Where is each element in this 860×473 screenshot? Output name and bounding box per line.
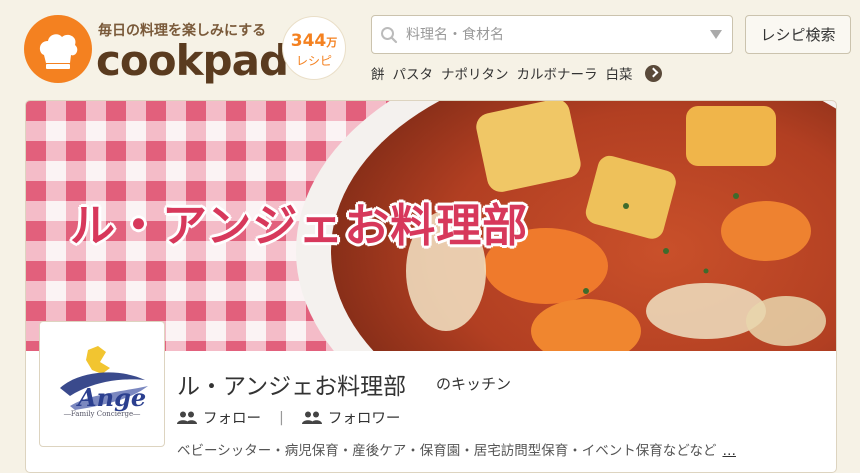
keyword-link[interactable]: 白菜: [606, 63, 633, 83]
kitchen-name: ル・アンジェお料理部: [177, 374, 407, 400]
avatar-logo-text: Ange: [76, 383, 146, 412]
search-box: [371, 15, 733, 54]
ange-logo-image: Ange: [60, 346, 148, 412]
search-dropdown-caret-icon[interactable]: [710, 30, 722, 39]
keyword-link[interactable]: パスタ: [393, 63, 434, 83]
kitchen-banner: ル・アンジェお料理部: [26, 101, 836, 351]
recipe-search-button[interactable]: レシピ検索: [745, 15, 851, 54]
cookpad-logo[interactable]: 毎日の料理を楽しみにする cookpad: [24, 12, 289, 90]
kitchen-name-suffix: のキッチン: [436, 375, 512, 393]
logo-wordmark: cookpad: [96, 36, 289, 85]
followers-link[interactable]: フォロワー: [301, 407, 401, 428]
search-icon: [381, 27, 398, 44]
description-text: ベビーシッター・病児保育・産後ケア・保育園・居宅訪問型保育・イベント保育などなど: [177, 443, 717, 459]
people-icon: [301, 411, 322, 424]
banner-title: ル・アンジェお料理部: [70, 199, 529, 252]
keyword-link[interactable]: ナポリタン: [441, 63, 509, 83]
follower-label: フォロワー: [327, 411, 401, 427]
search-input[interactable]: [406, 24, 696, 46]
kitchen-description: ベビーシッター・病児保育・産後ケア・保育園・居宅訪問型保育・イベント保育などなど…: [177, 439, 736, 459]
keyword-link[interactable]: 餅: [371, 63, 385, 83]
chef-hat-icon: [24, 15, 92, 83]
follow-separator: |: [279, 409, 284, 426]
keyword-link[interactable]: カルボナーラ: [517, 63, 598, 83]
follow-label: フォロー: [203, 411, 261, 427]
more-keywords-arrow-icon[interactable]: [644, 64, 662, 82]
description-more-link[interactable]: …: [722, 443, 736, 459]
kitchen-avatar[interactable]: Ange ―Family Concierge―: [39, 321, 165, 447]
follow-row: フォロー | フォロワー: [177, 407, 400, 428]
people-icon: [177, 411, 197, 424]
recipe-count-unit: 万: [326, 36, 338, 49]
recipe-count-badge: 344万 レシピ: [282, 16, 346, 80]
avatar-subtext: ―Family Concierge―: [63, 410, 141, 418]
kitchen-card: ル・アンジェお料理部 Ange ―Family Concierge― ル・アンジ…: [25, 100, 837, 473]
follow-link[interactable]: フォロー: [177, 407, 261, 428]
recipe-count-label: レシピ: [295, 54, 332, 68]
popular-keywords: 餅 パスタ ナポリタン カルボナーラ 白菜: [371, 63, 662, 83]
recipe-count: 344: [290, 31, 327, 51]
